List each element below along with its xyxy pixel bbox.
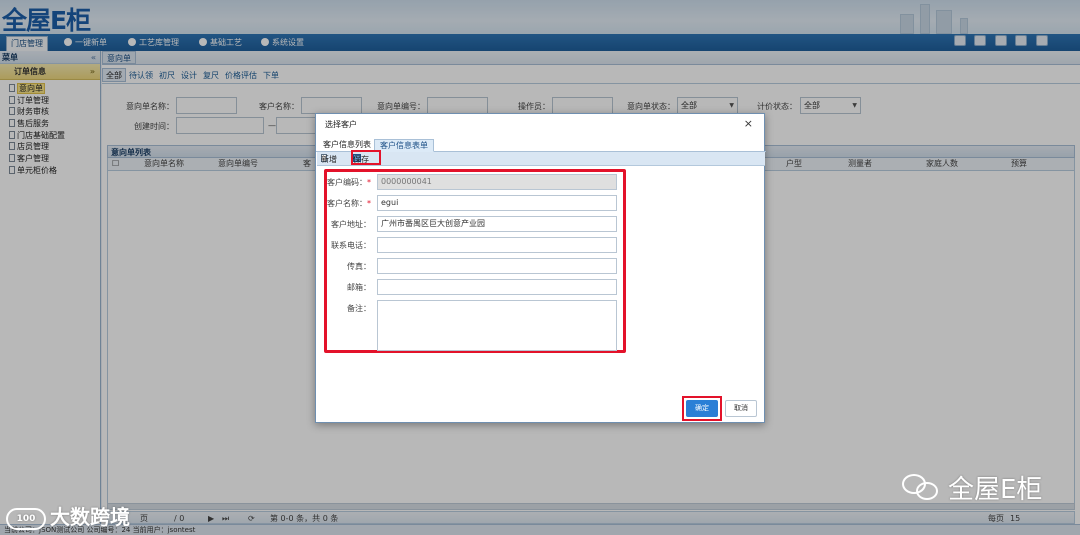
name-input[interactable]: egui: [377, 195, 617, 211]
watermark-right: 全屋E柜: [902, 469, 1042, 506]
new-button-label: 新增: [321, 155, 337, 164]
fax-label: 传真：: [347, 262, 371, 271]
required-mark: *: [367, 178, 371, 187]
customer-form: 客户编码：* 0000000041 客户名称：* egui 客户地址： 广州市番…: [324, 169, 626, 353]
name-label: 客户名称：*: [327, 198, 371, 209]
select-customer-dialog: 选择客户 × 客户信息列表 客户信息表单 新增 保存 客户编码：* 000000…: [315, 113, 766, 423]
watermark-badge: 100: [6, 508, 46, 530]
phone-input[interactable]: [377, 237, 617, 253]
watermark-right-text: 全屋E柜: [948, 475, 1043, 505]
remark-label: 备注：: [347, 304, 371, 313]
address-label: 客户地址：: [331, 220, 371, 229]
dialog-toolbar: 新增 保存: [317, 150, 765, 166]
highlight-box-save: [351, 150, 381, 165]
field-name: 客户名称：* egui: [327, 195, 623, 212]
address-input[interactable]: 广州市番禺区巨大创意产业园: [377, 216, 617, 232]
watermark-left: 100 大数跨境: [6, 501, 130, 530]
field-remark: 备注：: [327, 300, 623, 352]
dialog-tabs: 客户信息列表 客户信息表单: [316, 139, 766, 152]
code-input: 0000000041: [377, 174, 617, 190]
wechat-icon: [902, 472, 942, 502]
email-input[interactable]: [377, 279, 617, 295]
field-fax: 传真：: [327, 258, 623, 275]
code-label-text: 客户编码：: [327, 178, 367, 187]
field-code: 客户编码：* 0000000041: [327, 174, 623, 191]
phone-label: 联系电话：: [331, 241, 371, 250]
field-address: 客户地址： 广州市番禺区巨大创意产业园: [327, 216, 623, 233]
watermark-left-text: 大数跨境: [50, 505, 130, 529]
confirm-button[interactable]: 确定: [686, 400, 718, 417]
close-icon[interactable]: ×: [744, 118, 753, 130]
required-mark: *: [367, 199, 371, 208]
name-label-text: 客户名称：: [327, 199, 367, 208]
code-label: 客户编码：*: [327, 177, 371, 188]
field-phone: 联系电话：: [327, 237, 623, 254]
dialog-title: 选择客户: [316, 114, 764, 136]
email-label: 邮箱：: [347, 283, 371, 292]
tab-customer-form[interactable]: 客户信息表单: [374, 139, 434, 152]
cancel-button[interactable]: 取消: [725, 400, 757, 417]
fax-input[interactable]: [377, 258, 617, 274]
remark-textarea[interactable]: [377, 300, 617, 351]
field-email: 邮箱：: [327, 279, 623, 296]
